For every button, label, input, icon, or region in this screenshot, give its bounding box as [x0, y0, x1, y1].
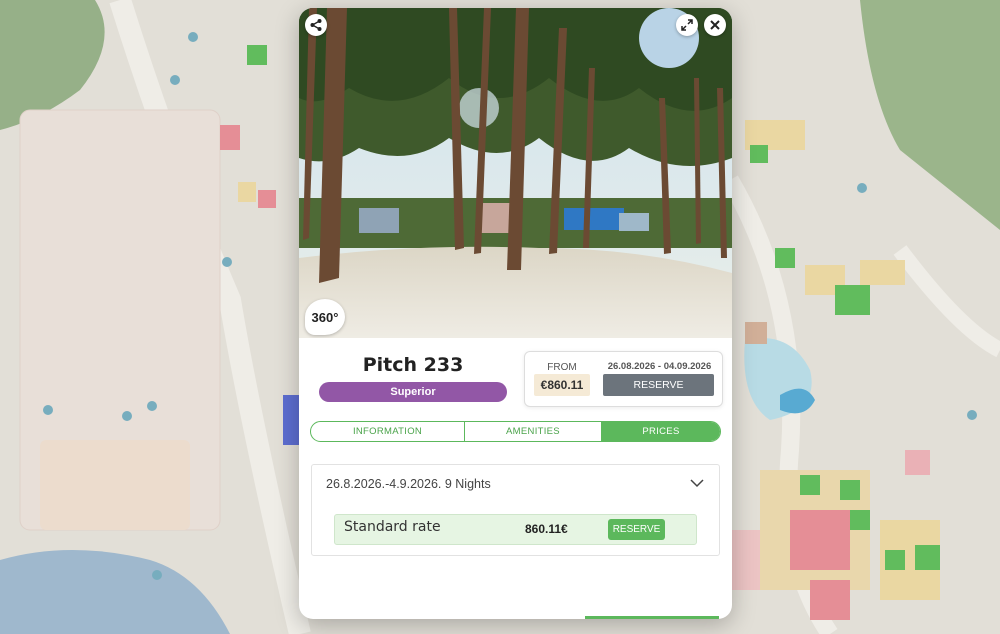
reserve-rate-button[interactable]: RESERVE — [608, 519, 665, 540]
price-period-panel: 26.8.2026.-4.9.2026. 9 Nights Standard r… — [311, 464, 720, 556]
chevron-down-icon[interactable] — [690, 477, 704, 489]
tab-amenities[interactable]: AMENITIES — [464, 422, 601, 441]
expand-icon — [681, 19, 693, 31]
stay-date-range: 26.08.2026 - 04.09.2026 — [607, 361, 712, 372]
fullscreen-button[interactable] — [676, 14, 698, 36]
from-label: FROM — [547, 362, 577, 373]
rate-price: 860.11€ — [525, 522, 568, 536]
reserve-button[interactable]: RESERVE — [603, 374, 714, 396]
tab-information[interactable]: INFORMATION — [311, 422, 464, 441]
pitch-details-modal: 360° Pitch 233 Superior FROM €860.11 26.… — [299, 8, 732, 619]
pitch-360-photo[interactable]: 360° — [299, 8, 732, 338]
tab-prices[interactable]: PRICES — [601, 422, 720, 441]
details-tabs: INFORMATION AMENITIES PRICES — [310, 421, 721, 442]
close-button[interactable] — [704, 14, 726, 36]
pitch-title: Pitch 233 — [362, 354, 464, 376]
scroll-indicator — [585, 616, 719, 619]
pitch-category-badge: Superior — [319, 382, 507, 402]
from-price: €860.11 — [534, 374, 590, 396]
price-summary-box: FROM €860.11 26.08.2026 - 04.09.2026 RES… — [524, 351, 723, 407]
view-360-button[interactable]: 360° — [305, 299, 345, 335]
close-icon — [710, 20, 720, 30]
share-icon — [310, 19, 322, 31]
period-heading[interactable]: 26.8.2026.-4.9.2026. 9 Nights — [326, 477, 491, 491]
rate-name: Standard rate — [344, 519, 441, 535]
rate-row: Standard rate 860.11€ RESERVE — [334, 514, 697, 545]
share-button[interactable] — [305, 14, 327, 36]
